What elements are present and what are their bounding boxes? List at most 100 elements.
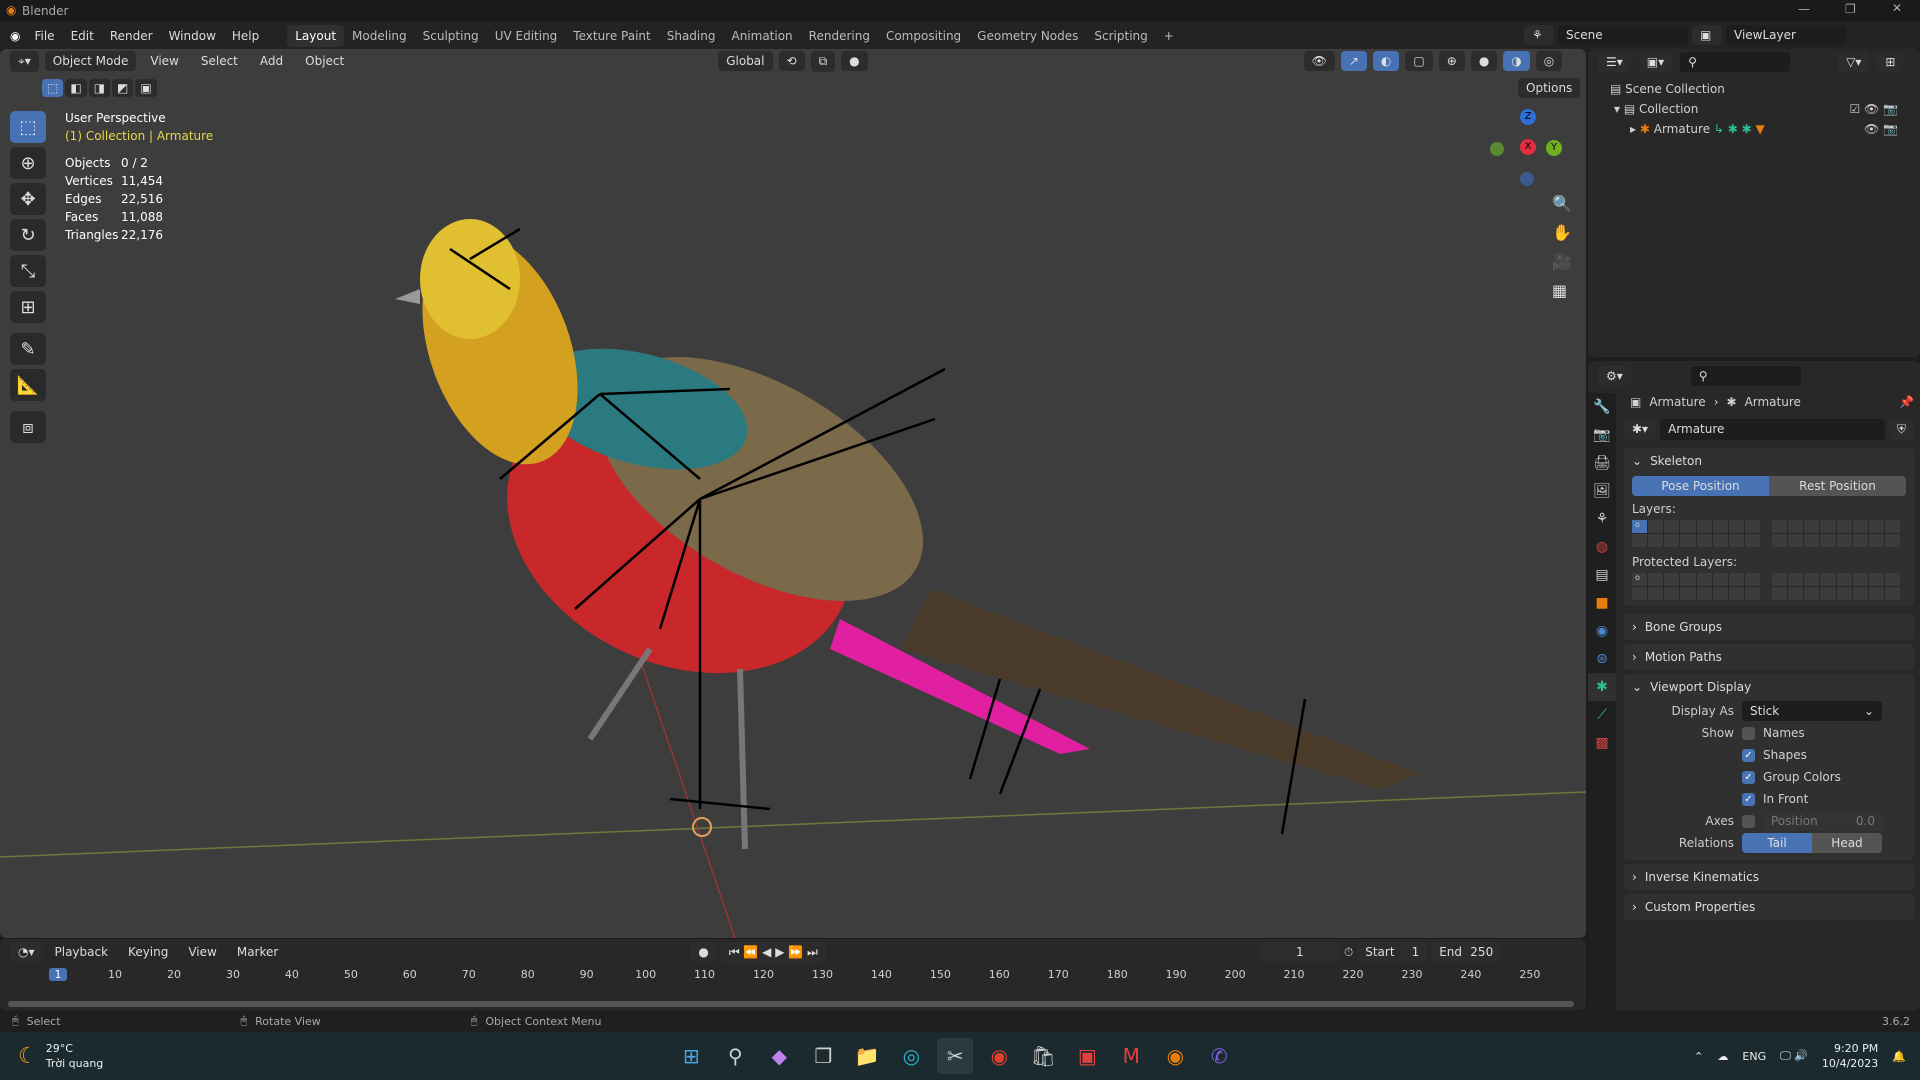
- layer-cell[interactable]: [1836, 520, 1852, 533]
- layer-cell[interactable]: [1852, 573, 1868, 586]
- layer-cell[interactable]: [1772, 573, 1788, 586]
- data-browse-icon[interactable]: ✱▾: [1624, 419, 1657, 440]
- tab-layout[interactable]: Layout: [287, 24, 345, 47]
- layer-cell[interactable]: [1696, 534, 1712, 547]
- output-tab-icon[interactable]: 🖨: [1588, 449, 1616, 477]
- layer-cell[interactable]: [1648, 587, 1664, 600]
- layer-cell[interactable]: [1836, 534, 1852, 547]
- relations-head-button[interactable]: Head: [1812, 833, 1882, 853]
- in-front-checkbox[interactable]: ✓: [1742, 792, 1755, 806]
- onedrive-icon[interactable]: ☁: [1717, 1050, 1728, 1063]
- select-new-icon[interactable]: ⬚: [42, 79, 64, 97]
- pose-position-button[interactable]: Pose Position: [1632, 476, 1769, 496]
- options-button[interactable]: Options: [1518, 78, 1581, 98]
- layer-cell[interactable]: [1884, 520, 1900, 533]
- new-collection-icon[interactable]: ⊞: [1877, 52, 1904, 72]
- view-layer-selector[interactable]: ViewLayer: [1726, 25, 1846, 45]
- relations-tail-button[interactable]: Tail: [1742, 833, 1812, 853]
- tool-tab-icon[interactable]: 🔧: [1588, 393, 1616, 421]
- outliner-item-collection[interactable]: ▾ ▤ Collection ☑ 👁 📷: [1610, 99, 1898, 119]
- layer-cell[interactable]: [1820, 573, 1836, 586]
- world-tab-icon[interactable]: ◍: [1588, 533, 1616, 561]
- gizmo-z-axis[interactable]: Z: [1520, 109, 1536, 125]
- menu-render[interactable]: Render: [102, 29, 161, 43]
- 3d-viewport[interactable]: ⌖▾ Object Mode View Select Add Object Gl…: [0, 49, 1586, 938]
- layer-cell[interactable]: [1712, 534, 1728, 547]
- layer-cell[interactable]: [1884, 573, 1900, 586]
- filter-icon[interactable]: ▽▾: [1838, 52, 1870, 72]
- bone-tab-icon[interactable]: ⟋: [1588, 701, 1616, 729]
- layer-cell[interactable]: [1648, 573, 1664, 586]
- physics-tab-icon[interactable]: ◉: [1588, 617, 1616, 645]
- layer-cell[interactable]: [1788, 534, 1804, 547]
- navigation-gizmo[interactable]: Z X Y: [1490, 109, 1570, 189]
- proportional-edit-icon[interactable]: ●: [841, 51, 868, 71]
- timeline-scrollbar[interactable]: [8, 1001, 1574, 1007]
- app-icon-2[interactable]: M: [1113, 1038, 1149, 1074]
- transform-tool-icon[interactable]: ⊞: [10, 291, 46, 323]
- chrome-icon[interactable]: ◉: [981, 1038, 1017, 1074]
- edge-icon[interactable]: ◎: [893, 1038, 929, 1074]
- minimize-button[interactable]: —: [1798, 2, 1810, 16]
- object-tab-icon[interactable]: ■: [1588, 589, 1616, 617]
- layer-cell[interactable]: [1772, 534, 1788, 547]
- select-intersect-icon[interactable]: ▣: [135, 79, 157, 97]
- axes-checkbox[interactable]: [1742, 814, 1755, 828]
- layer-cell[interactable]: [1788, 520, 1804, 533]
- blender-menu-icon[interactable]: ◉: [10, 29, 20, 43]
- tab-shading[interactable]: Shading: [659, 25, 724, 47]
- visibility-icon[interactable]: 👁: [1303, 51, 1335, 71]
- rotate-tool-icon[interactable]: ↻: [10, 219, 46, 251]
- names-checkbox[interactable]: [1742, 726, 1755, 740]
- layer-cell[interactable]: [1868, 573, 1884, 586]
- start-icon[interactable]: ⊞: [673, 1038, 709, 1074]
- scale-tool-icon[interactable]: ⤡: [10, 255, 46, 287]
- gizmo-neg-z[interactable]: [1520, 172, 1534, 186]
- layer-cell[interactable]: [1868, 534, 1884, 547]
- layer-cell[interactable]: o: [1632, 573, 1648, 586]
- layer-cell[interactable]: [1884, 587, 1900, 600]
- layer-cell[interactable]: [1712, 587, 1728, 600]
- tab-scripting[interactable]: Scripting: [1086, 25, 1155, 47]
- layer-cell[interactable]: [1820, 534, 1836, 547]
- copilot-icon[interactable]: ◆: [761, 1038, 797, 1074]
- scene-tab-icon[interactable]: ⚘: [1588, 505, 1616, 533]
- layer-cell[interactable]: [1804, 573, 1820, 586]
- pin-icon[interactable]: 📌: [1899, 395, 1914, 409]
- armature-name-field[interactable]: Armature: [1660, 419, 1885, 440]
- properties-editor-type-icon[interactable]: ⚙▾: [1598, 366, 1631, 386]
- menu-object[interactable]: Object: [297, 54, 352, 68]
- layer-cell[interactable]: [1884, 534, 1900, 547]
- select-extend-icon[interactable]: ◧: [65, 79, 87, 97]
- layer-cell[interactable]: [1664, 534, 1680, 547]
- layer-cell[interactable]: [1744, 534, 1760, 547]
- menu-help[interactable]: Help: [224, 29, 267, 43]
- outliner-item-scene-collection[interactable]: ▤ Scene Collection: [1610, 79, 1898, 99]
- select-subtract-icon[interactable]: ◨: [88, 79, 111, 97]
- outliner-editor-type-icon[interactable]: ☰▾: [1598, 52, 1631, 72]
- layer-cell[interactable]: [1680, 520, 1696, 533]
- armature-data-tab-icon[interactable]: ✱: [1588, 673, 1616, 701]
- skeleton-header[interactable]: ⌄ Skeleton: [1632, 448, 1906, 474]
- armature-visibility-toggles[interactable]: 👁 📷: [1864, 119, 1898, 139]
- layer-cell[interactable]: [1788, 573, 1804, 586]
- start-frame-field[interactable]: Start 1: [1357, 942, 1428, 962]
- tab-modeling[interactable]: Modeling: [344, 25, 415, 47]
- motion-paths-panel[interactable]: › Motion Paths: [1624, 644, 1914, 670]
- layer-cell[interactable]: [1680, 587, 1696, 600]
- properties-search-input[interactable]: ⚲: [1690, 366, 1801, 386]
- layer-cell[interactable]: [1772, 587, 1788, 600]
- snipping-tool-icon[interactable]: ✂: [937, 1038, 974, 1074]
- select-box-tool-icon[interactable]: ⬚: [10, 111, 46, 143]
- gizmo-neg-y[interactable]: [1490, 142, 1504, 156]
- blender-taskbar-icon[interactable]: ◉: [1157, 1038, 1193, 1074]
- layers-grid[interactable]: o: [1632, 520, 1906, 547]
- layer-cell[interactable]: [1632, 587, 1648, 600]
- menu-playback[interactable]: Playback: [47, 945, 117, 959]
- custom-properties-panel[interactable]: › Custom Properties: [1624, 894, 1914, 920]
- overlay-toggle-icon[interactable]: ◐: [1372, 51, 1400, 71]
- rest-position-button[interactable]: Rest Position: [1769, 476, 1906, 496]
- tab-texture-paint[interactable]: Texture Paint: [565, 25, 658, 47]
- layer-cell[interactable]: [1868, 520, 1884, 533]
- tab-geometry-nodes[interactable]: Geometry Nodes: [969, 25, 1086, 47]
